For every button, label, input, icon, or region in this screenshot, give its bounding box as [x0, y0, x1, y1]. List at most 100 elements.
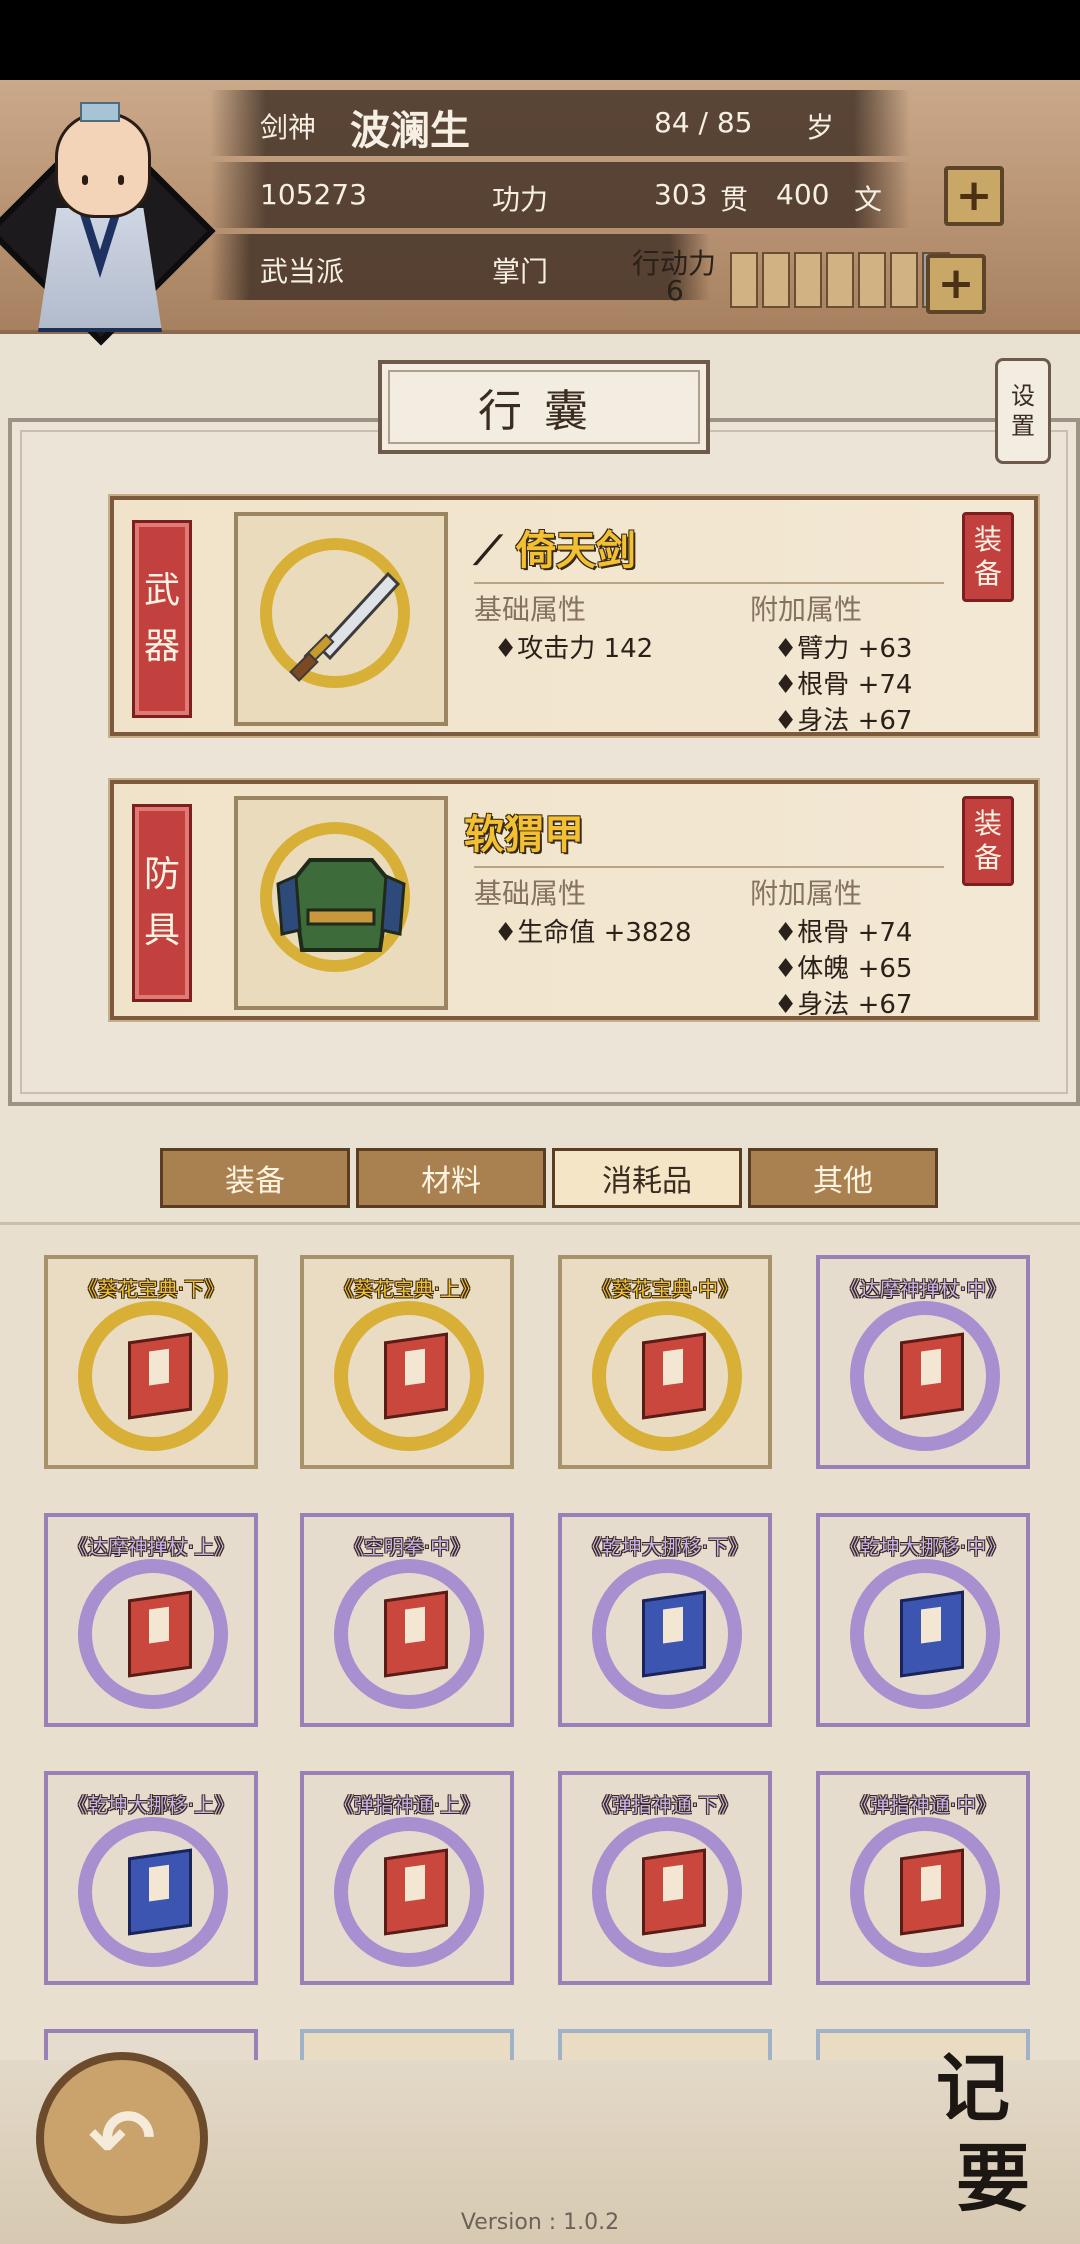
- inventory-item[interactable]: 《乾坤大挪移·中》: [816, 1513, 1030, 1727]
- armor-card[interactable]: 防 具 软猬甲 基础属性 附加属性 ♦生命值 +3828 ♦根骨 +74 ♦体魄…: [110, 780, 1038, 1020]
- plus-icon: +: [955, 170, 993, 221]
- armor-name: 软猬甲: [464, 812, 584, 858]
- stamina-segment: [730, 252, 758, 308]
- base-attr: ♦生命值 +3828: [494, 918, 692, 948]
- inventory-item-name: 《达摩神掸杖·中》: [839, 1277, 1007, 1301]
- panel-title: 行囊: [378, 360, 710, 454]
- journal-char: 记: [936, 2046, 1010, 2132]
- avatar[interactable]: [0, 90, 216, 360]
- slot-char: 防: [143, 854, 180, 895]
- plus-icon: +: [937, 258, 975, 309]
- inventory-item[interactable]: 《达摩神掸杖·上》: [44, 1513, 258, 1727]
- stamina-bar: [730, 252, 950, 308]
- age-value: 84 / 85: [654, 106, 753, 139]
- inventory-item[interactable]: 《达摩神掸杖·中》: [816, 1255, 1030, 1469]
- weapon-name-text: 倚天剑: [515, 528, 636, 574]
- character-name: 波澜生: [350, 108, 470, 154]
- inventory-item-name: 《乾坤大挪移·中》: [839, 1535, 1007, 1559]
- btn-char: 装: [973, 523, 1002, 556]
- avatar-head: [55, 112, 151, 218]
- divider: [474, 866, 944, 868]
- inventory-item-name: 《乾坤大挪移·下》: [581, 1535, 749, 1559]
- btn-char: 备: [973, 557, 1002, 590]
- inventory-item-name: 《弹指神通·下》: [591, 1793, 739, 1817]
- equipment-panel: 武 器 ⟋ 倚天剑 基础属性 附加属性 ♦攻击力 142 ♦臂力 +63 ♦根骨…: [8, 418, 1080, 1106]
- book-icon: [128, 1848, 192, 1936]
- settings-button[interactable]: 设 置: [995, 358, 1051, 464]
- extra-attr: ♦身法 +67: [774, 990, 913, 1020]
- extra-attr-heading: 附加属性: [750, 593, 863, 626]
- book-icon: [642, 1590, 706, 1678]
- name-row: 剑神 波澜生 84 / 85 岁: [210, 90, 910, 156]
- age-unit: 岁: [806, 111, 835, 144]
- sect-role: 掌门: [492, 255, 549, 288]
- book-icon: [900, 1848, 964, 1936]
- stamina-segment: [794, 252, 822, 308]
- extra-attr: ♦臂力 +63: [774, 634, 913, 664]
- stamina-value: 6: [666, 274, 684, 307]
- equip-armor-button[interactable]: 装 备: [962, 796, 1014, 886]
- book-icon: [384, 1848, 448, 1936]
- power-label: 功力: [492, 183, 549, 216]
- inventory-item[interactable]: 《乾坤大挪移·上》: [44, 1771, 258, 1985]
- status-bar: [0, 0, 1080, 80]
- inventory-item-name: 《葵花宝典·上》: [333, 1277, 481, 1301]
- power-value: 105273: [260, 178, 367, 211]
- tab-materials[interactable]: 材料: [356, 1148, 546, 1208]
- inventory-grid: 《葵花宝典·下》 《葵花宝典·上》 《葵花宝典·中》 《达摩神掸杖·中》《达摩神掸杖·…: [0, 1222, 1080, 2085]
- base-attr-heading: 基础属性: [474, 593, 587, 626]
- book-icon: [128, 1332, 192, 1420]
- inventory-item-name: 《葵花宝典·下》: [77, 1277, 225, 1301]
- inventory-item[interactable]: 《弹指神通·下》: [558, 1771, 772, 1985]
- slot-char: 器: [143, 626, 180, 667]
- inventory-item-name: 《弹指神通·中》: [849, 1793, 997, 1817]
- book-icon: [642, 1332, 706, 1420]
- power-row: 105273 功力 303 贯 400 文: [210, 162, 910, 228]
- divider: [474, 582, 944, 584]
- inventory-item-name: 《空明拳·中》: [343, 1535, 471, 1559]
- extra-attr: ♦根骨 +74: [774, 670, 913, 700]
- inventory-item[interactable]: 《葵花宝典·中》: [558, 1255, 772, 1469]
- add-money-button[interactable]: +: [944, 166, 1004, 226]
- armor-slot-label: 防 具: [132, 804, 192, 1002]
- inventory-item[interactable]: 《弹指神通·中》: [816, 1771, 1030, 1985]
- money-wen: 400: [776, 178, 830, 211]
- version-label: Version : 1.0.2: [460, 2210, 620, 2235]
- tab-other[interactable]: 其他: [748, 1148, 938, 1208]
- stamina-segment: [826, 252, 854, 308]
- inventory-item-name: 《葵花宝典·中》: [591, 1277, 739, 1301]
- stamina-segment: [762, 252, 790, 308]
- back-button[interactable]: ↶: [36, 2052, 208, 2224]
- inventory-item[interactable]: 《葵花宝典·下》: [44, 1255, 258, 1469]
- book-icon: [128, 1590, 192, 1678]
- equip-weapon-button[interactable]: 装 备: [962, 512, 1014, 602]
- avatar-eye: [82, 175, 88, 185]
- back-arrow-icon: ↶: [88, 2091, 156, 2185]
- armor-item-frame[interactable]: [234, 796, 448, 1010]
- slot-char: 武: [143, 570, 180, 611]
- book-icon: [900, 1332, 964, 1420]
- weapon-card[interactable]: 武 器 ⟋ 倚天剑 基础属性 附加属性 ♦攻击力 142 ♦臂力 +63 ♦根骨…: [110, 496, 1038, 736]
- settings-char: 置: [1011, 412, 1035, 440]
- btn-char: 备: [973, 841, 1002, 874]
- weapon-item-frame[interactable]: [234, 512, 448, 726]
- money-guan-unit: 贯: [720, 183, 749, 216]
- settings-char: 设: [1011, 382, 1035, 410]
- tab-consumables[interactable]: 消耗品: [552, 1148, 742, 1208]
- stamina-segment: [858, 252, 886, 308]
- inventory-tabs: 装备 材料 消耗品 其他: [160, 1148, 938, 1208]
- sect-name: 武当派: [260, 255, 345, 288]
- money-wen-unit: 文: [854, 183, 883, 216]
- inventory-item[interactable]: 《空明拳·中》: [300, 1513, 514, 1727]
- add-stamina-button[interactable]: +: [926, 254, 986, 314]
- tab-equipment[interactable]: 装备: [160, 1148, 350, 1208]
- extra-attr: ♦体魄 +65: [774, 954, 913, 984]
- inventory-item[interactable]: 《乾坤大挪移·下》: [558, 1513, 772, 1727]
- avatar-hat: [80, 102, 120, 122]
- armor-icon: [276, 858, 406, 952]
- weapon-name: ⟋ 倚天剑: [474, 518, 636, 576]
- inventory-item[interactable]: 《弹指神通·上》: [300, 1771, 514, 1985]
- inventory-item-name: 《达摩神掸杖·上》: [67, 1535, 235, 1559]
- inventory-item[interactable]: 《葵花宝典·上》: [300, 1255, 514, 1469]
- book-icon: [900, 1590, 964, 1678]
